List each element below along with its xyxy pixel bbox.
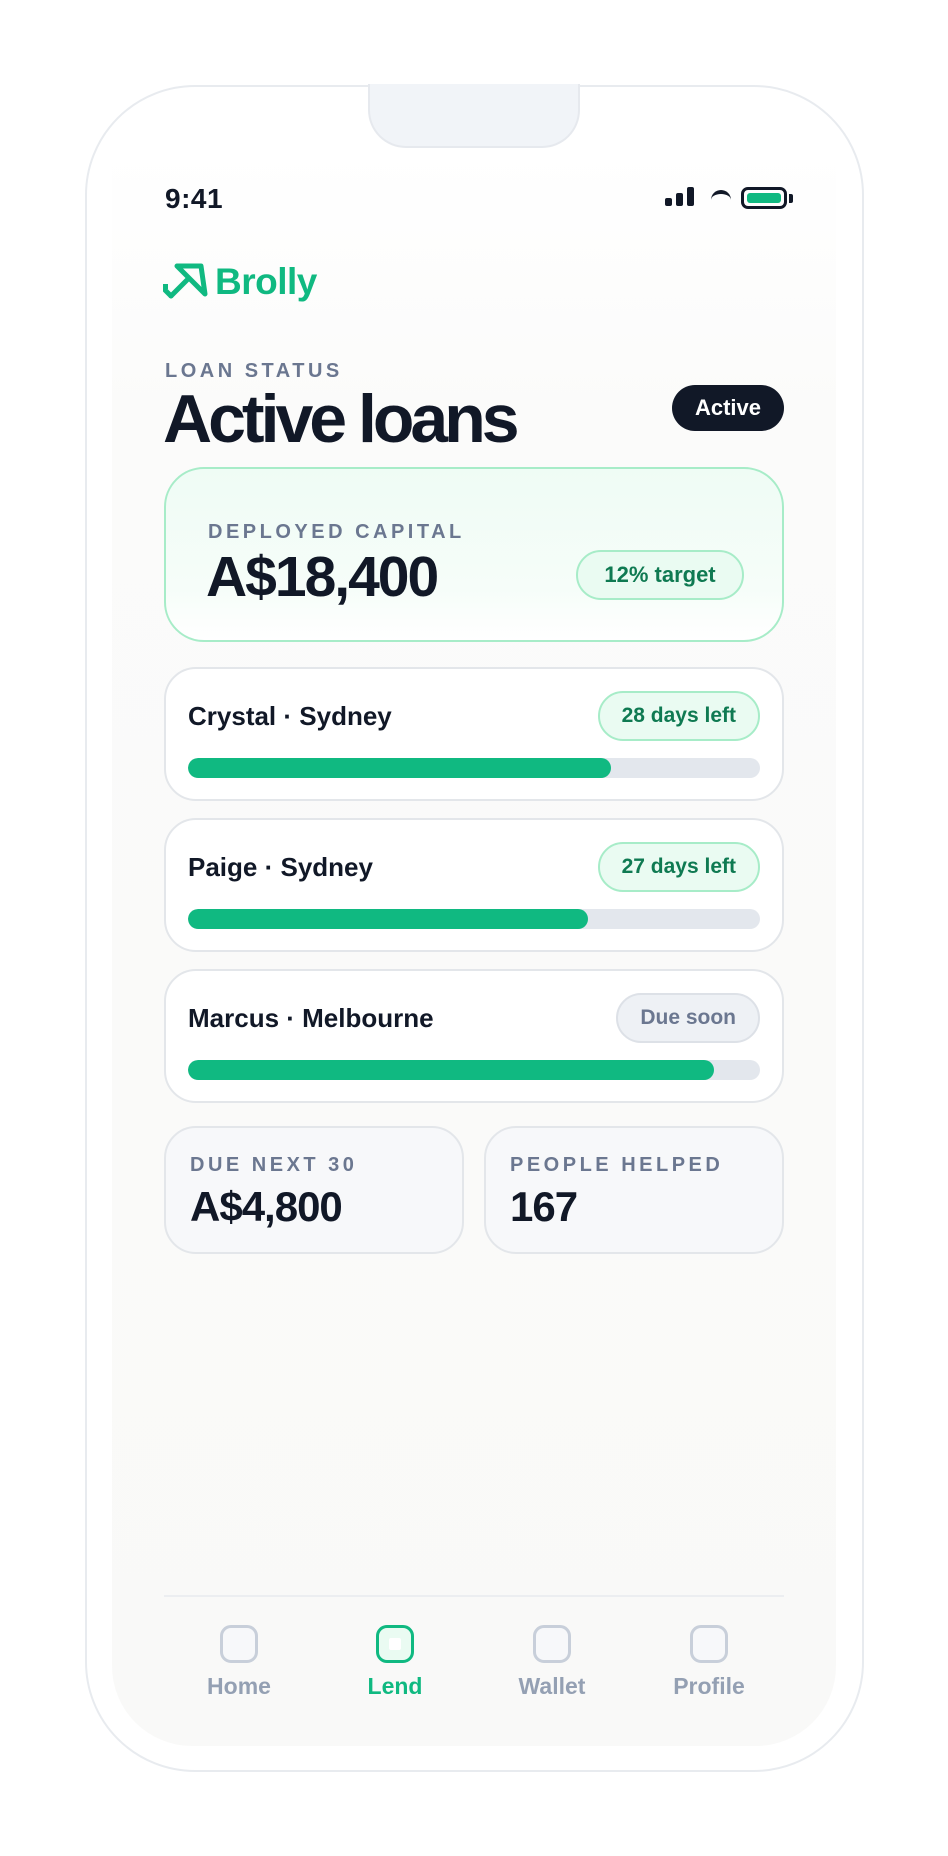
status-badge[interactable]: Active	[672, 385, 784, 431]
loan-progress-fill	[188, 1060, 715, 1080]
wifi-icon	[711, 190, 731, 200]
capital-value: A$18,400	[206, 545, 439, 609]
brand-logo[interactable]: Brolly	[163, 258, 317, 306]
loan-card-paige[interactable]: Paige · Sydney 27 days left	[164, 818, 784, 952]
tab-home[interactable]: Home	[184, 1625, 294, 1705]
capital-label: DEPLOYED CAPITAL	[208, 521, 465, 543]
status-bar-time: 9:41	[165, 183, 224, 214]
tab-profile[interactable]: Profile	[654, 1625, 764, 1705]
signal-icon	[665, 198, 672, 206]
status-bar-icons	[665, 186, 795, 212]
home-icon	[220, 1625, 258, 1663]
device-notch	[368, 84, 580, 148]
battery-tip	[789, 194, 793, 203]
signal-bar	[687, 187, 694, 206]
lend-icon	[376, 1625, 414, 1663]
brand-name: Brolly	[215, 261, 317, 302]
signal-bar	[676, 193, 683, 206]
tab-lend[interactable]: Lend	[340, 1625, 450, 1705]
tab-label: Profile	[673, 1673, 745, 1699]
stat-label: PEOPLE HELPED	[510, 1154, 724, 1176]
stat-label: DUE NEXT 30	[190, 1154, 358, 1176]
loan-days-badge: 28 days left	[597, 691, 760, 741]
loan-progress-track	[188, 1060, 760, 1080]
loan-borrower: Marcus · Melbourne	[188, 1003, 434, 1033]
battery-icon	[741, 187, 787, 209]
tab-bar-divider	[164, 1595, 784, 1597]
stat-value: 167	[510, 1183, 578, 1230]
target-badge: 12% target	[576, 550, 744, 600]
deployed-capital-card[interactable]: DEPLOYED CAPITAL A$18,400 12% target	[164, 467, 784, 642]
loan-days-badge: 27 days left	[597, 842, 760, 892]
tab-label: Wallet	[518, 1673, 586, 1699]
stat-value: A$4,800	[190, 1183, 343, 1230]
umbrella-icon	[163, 263, 208, 299]
loan-progress-fill	[188, 758, 612, 778]
tab-wallet[interactable]: Wallet	[497, 1625, 607, 1705]
tab-label: Lend	[367, 1673, 423, 1699]
stat-card-due[interactable]: DUE NEXT 30 A$4,800	[164, 1126, 464, 1254]
loan-card-marcus[interactable]: Marcus · Melbourne Due soon	[164, 969, 784, 1103]
loan-borrower: Paige · Sydney	[188, 852, 373, 882]
loan-progress-fill	[188, 909, 589, 929]
loan-progress-track	[188, 909, 760, 929]
wallet-icon	[533, 1625, 571, 1663]
page-title: Active loans	[163, 381, 520, 457]
profile-icon	[690, 1625, 728, 1663]
tab-label: Home	[207, 1673, 271, 1699]
loan-progress-track	[188, 758, 760, 778]
loan-due-badge: Due soon	[616, 993, 760, 1043]
loan-card-crystal[interactable]: Crystal · Sydney 28 days left	[164, 667, 784, 801]
stat-card-people[interactable]: PEOPLE HELPED 167	[484, 1126, 784, 1254]
loan-borrower: Crystal · Sydney	[188, 701, 392, 731]
